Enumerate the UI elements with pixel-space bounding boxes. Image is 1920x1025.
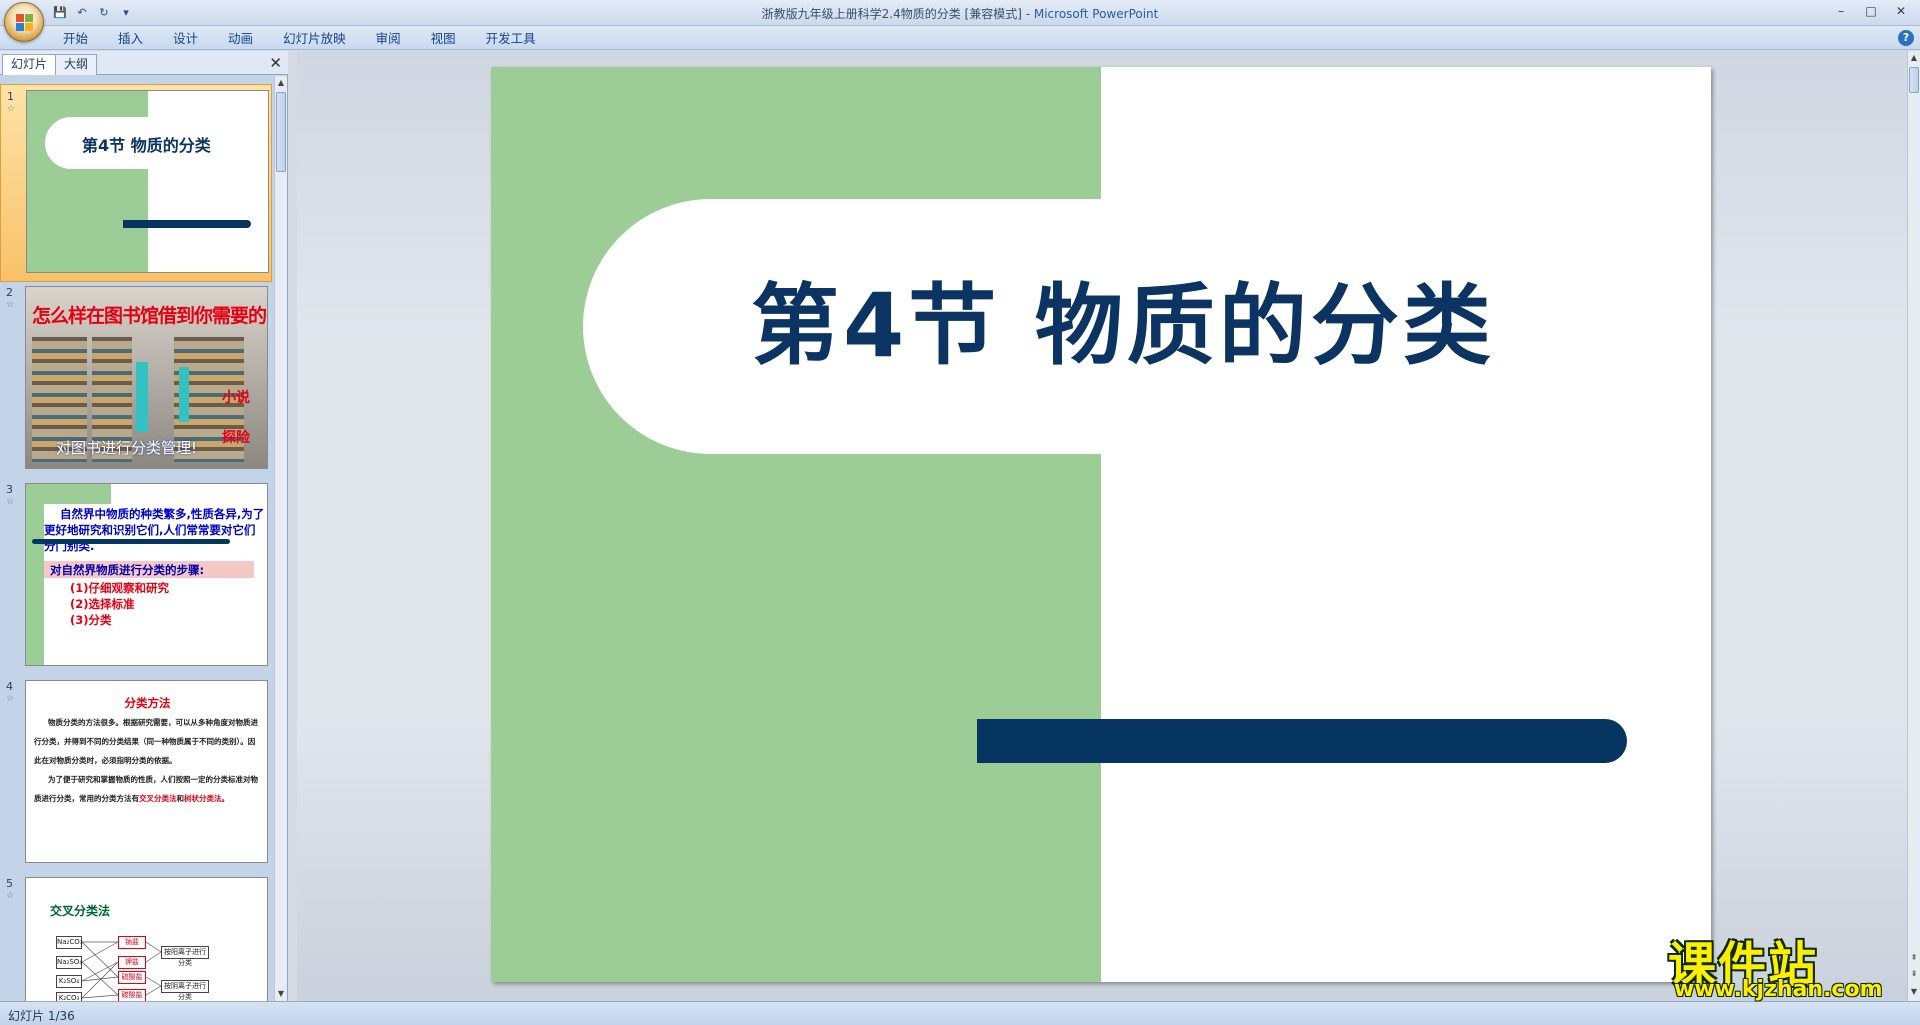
thumbnail-label: 小说 (222, 390, 250, 406)
watermark-logo: 课件站 www.kjzhan.com (1668, 925, 1900, 1005)
help-icon[interactable]: ? (1898, 30, 1914, 46)
tab-developer[interactable]: 开发工具 (471, 30, 551, 48)
slide-thumbnail-1[interactable]: 第4节 物质的分类 (26, 90, 269, 273)
thumbnail-row-2[interactable]: 2 ☆ 怎么样在图书馆借到你需要的书? 小说 探险 对图书进行分类管理! (0, 281, 272, 479)
ribbon-tab-bar: 开始 插入 设计 动画 幻灯片放映 审阅 视图 开发工具 ? (0, 26, 1920, 50)
office-logo-icon (16, 14, 34, 32)
thumbnail-number: 1 (7, 90, 14, 103)
slide-thumbnail-3[interactable]: 自然界中物质的种类繁多,性质各异,为了更好地研究和识别它们,人们常常要对它们分门… (25, 483, 268, 666)
step-item: (2)选择标准 (70, 597, 135, 611)
highlight-text: 交叉分类法 (139, 794, 177, 803)
paragraph-1: 物质分类的方法很多。根据研究需要，可以从多种角度对物质进行分类，并得到不同的分类… (34, 718, 258, 765)
window-title: 浙教版九年级上册科学2.4物质的分类 [兼容模式] - Microsoft Po… (0, 5, 1920, 22)
tab-view[interactable]: 视图 (416, 30, 471, 48)
tab-slideshow[interactable]: 幻灯片放映 (268, 30, 361, 48)
thumb-shelf-label (179, 367, 189, 422)
category-box: 钾盐 (118, 956, 146, 969)
maximize-icon[interactable]: □ (1858, 2, 1884, 20)
thumbnail-row-4[interactable]: 4 ☆ 分类方法 物质分类的方法很多。根据研究需要，可以从多种角度对物质进行分类… (0, 675, 272, 873)
watermark-url: www.kjzhan.com (1674, 977, 1883, 1002)
slide-thumbnail-2[interactable]: 怎么样在图书馆借到你需要的书? 小说 探险 对图书进行分类管理! (25, 286, 268, 469)
slide-thumbnail-5[interactable]: 交叉分类法 Na₂CO₃ Na₂SO₄ K₂SO₄ K₂CO₃ 钠盐 钾盐 硫酸… (25, 877, 268, 1001)
thumbnail-title: 分类方法 (124, 696, 171, 710)
star-icon: ☆ (6, 300, 15, 310)
category-box: 碳酸盐 (118, 989, 146, 1001)
star-icon: ☆ (6, 497, 15, 507)
star-icon: ☆ (7, 104, 16, 114)
slide-scrollbar[interactable]: ▲ ⇞ ⇟ ▼ (1907, 51, 1920, 1001)
criterion-box: 按阴离子进行分类 (161, 980, 209, 1001)
thumb-navy-line (32, 539, 230, 544)
star-icon: ☆ (6, 694, 15, 704)
pane-tabs: 幻灯片 大纲 ✕ (0, 51, 288, 75)
thumbnail-title: 第4节 物质的分类 (82, 136, 211, 155)
compound-box: K₂CO₃ (56, 992, 82, 1001)
thumbnail-paragraph: 自然界中物质的种类繁多,性质各异,为了更好地研究和识别它们,人们常常要对它们分门… (44, 507, 265, 553)
thumbnail-row-1[interactable]: 1 ☆ 第4节 物质的分类 (0, 84, 272, 282)
tab-outline[interactable]: 大纲 (55, 54, 98, 75)
pane-close-icon[interactable]: ✕ (269, 54, 282, 72)
current-slide[interactable]: 第4节 物质的分类 (491, 67, 1711, 982)
slide-thumbnail-4[interactable]: 分类方法 物质分类的方法很多。根据研究需要，可以从多种角度对物质进行分类，并得到… (25, 680, 268, 863)
title-bar: 💾 ↶ ↻ ▾ 浙教版九年级上册科学2.4物质的分类 [兼容模式] - Micr… (0, 0, 1920, 42)
app-name: Microsoft PowerPoint (1033, 7, 1159, 21)
category-box: 硫酸盐 (118, 971, 146, 984)
tab-design[interactable]: 设计 (158, 30, 213, 48)
slides-pane: 幻灯片 大纲 ✕ 1 ☆ 第4节 物质的分类 2 ☆ 怎么样在图书馆借到你需要的… (0, 51, 288, 1001)
paragraph-2-text: 。 (221, 794, 230, 803)
thumbnail-subtitle: 对图书进行分类管理! (56, 439, 198, 457)
thumbnail-title: 怎么样在图书馆借到你需要的书? (32, 305, 268, 327)
thumbnail-number: 2 (6, 286, 13, 299)
thumbnail-row-3[interactable]: 3 ☆ 自然界中物质的种类繁多,性质各异,为了更好地研究和识别它们,人们常常要对… (0, 478, 272, 676)
tab-home[interactable]: 开始 (48, 30, 103, 48)
scroll-down-icon[interactable]: ▼ (1908, 985, 1920, 999)
thumbnail-number: 5 (6, 877, 13, 890)
tab-animations[interactable]: 动画 (213, 30, 268, 48)
previous-slide-icon[interactable]: ⇞ (1908, 951, 1920, 965)
step-item: (1)仔细观察和研究 (70, 581, 170, 595)
thumbnail-list: 1 ☆ 第4节 物质的分类 2 ☆ 怎么样在图书馆借到你需要的书? 小说 探险 … (0, 76, 272, 1001)
highlight-text: 树状分类法 (184, 794, 222, 803)
category-box: 钠盐 (118, 936, 146, 949)
scroll-up-icon[interactable]: ▲ (275, 76, 287, 90)
status-bar: 幻灯片 1/36 (0, 1001, 1920, 1025)
criterion-box: 按阳离子进行分类 (161, 946, 209, 967)
slide-indicator: 幻灯片 1/36 (8, 1009, 75, 1023)
slide-accent-bar (977, 719, 1627, 763)
scroll-down-icon[interactable]: ▼ (275, 987, 287, 1001)
paragraph-2-text: 和 (176, 794, 185, 803)
tab-review[interactable]: 审阅 (361, 30, 416, 48)
thumb-shelf-label (136, 362, 148, 432)
thumbnail-number: 4 (6, 680, 13, 693)
next-slide-icon[interactable]: ⇟ (1908, 967, 1920, 981)
tab-slides[interactable]: 幻灯片 (2, 54, 57, 75)
compound-box: Na₂CO₃ (56, 936, 83, 949)
thumb-green-strip (26, 484, 44, 665)
scroll-thumb[interactable] (276, 92, 286, 172)
star-icon: ☆ (6, 891, 15, 901)
slide-editing-area: 第4节 物质的分类 (297, 51, 1907, 1001)
window-controls: – □ ✕ (1828, 2, 1914, 20)
paragraph-2: 为了便于研究和掌握物质的性质，人们按照一定的分类标准对物质进行分类，常用的分类方… (34, 770, 262, 808)
scroll-up-icon[interactable]: ▲ (1908, 51, 1920, 65)
document-title: 浙教版九年级上册科学2.4物质的分类 [兼容模式] - (761, 7, 1034, 21)
thumbnail-row-5[interactable]: 5 ☆ 交叉分类法 Na₂CO₃ Na₂SO₄ K₂SO₄ K₂CO₃ 钠盐 钾… (0, 872, 272, 1001)
thumbnail-steps: (1)仔细观察和研究 (2)选择标准 (3)分类 (70, 580, 169, 628)
thumbnail-number: 3 (6, 483, 13, 496)
step-item: (3)分类 (70, 613, 112, 627)
slide-title[interactable]: 第4节 物质的分类 (751, 255, 1651, 382)
thumbnail-paragraph: 物质分类的方法很多。根据研究需要，可以从多种角度对物质进行分类，并得到不同的分类… (34, 713, 262, 808)
compound-box: K₂SO₄ (56, 975, 82, 988)
thumbnail-steps-title: 对自然界物质进行分类的步骤: (50, 563, 205, 577)
office-button[interactable] (4, 2, 44, 42)
thumbnail-label: 探险 (222, 430, 250, 446)
tab-insert[interactable]: 插入 (103, 30, 158, 48)
scroll-thumb[interactable] (1909, 67, 1919, 93)
thumbnail-scrollbar[interactable]: ▲ ▼ (274, 76, 287, 1001)
thumb-navy-bar (123, 220, 251, 228)
close-icon[interactable]: ✕ (1888, 2, 1914, 20)
minimize-icon[interactable]: – (1828, 2, 1854, 20)
compound-box: Na₂SO₄ (56, 956, 82, 969)
